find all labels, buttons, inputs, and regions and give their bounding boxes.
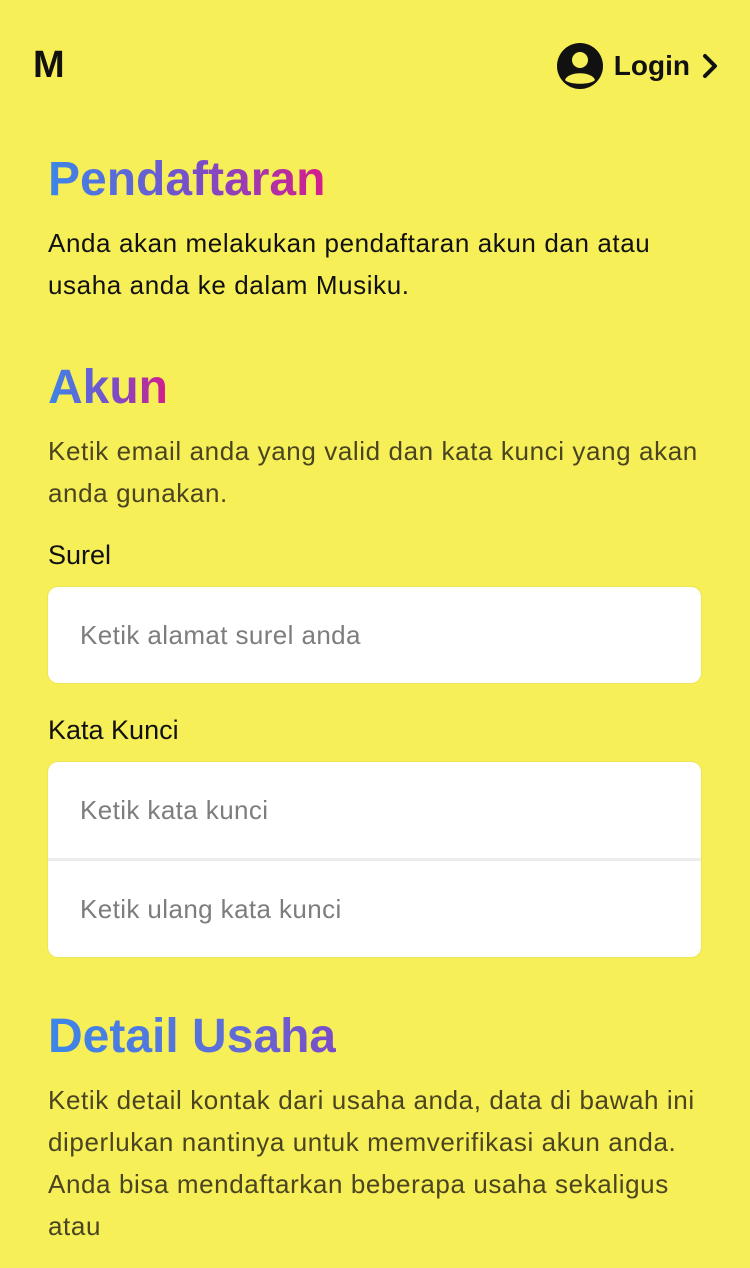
business-section-title: Detail Usaha: [48, 1007, 336, 1067]
business-section-description: Ketik detail kontak dari usaha anda, dat…: [48, 1085, 695, 1241]
account-section-description: Ketik email anda yang valid dan kata kun…: [48, 436, 698, 508]
user-avatar-icon: [556, 43, 603, 89]
app-logo[interactable]: M: [33, 44, 65, 87]
account-section-title: Akun: [48, 358, 168, 418]
login-button[interactable]: Login: [556, 42, 720, 90]
password-input[interactable]: Ketik kata kunci: [48, 762, 701, 858]
intro-text: Anda akan melakukan pendaftaran akun dan…: [48, 228, 651, 300]
page-title: Pendaftaran: [48, 150, 325, 210]
login-label: Login: [613, 50, 690, 81]
password-label: Kata Kunci: [48, 715, 179, 745]
email-label: Surel: [48, 540, 112, 570]
email-input[interactable]: Ketik alamat surel anda: [48, 587, 701, 683]
password-input-group: Ketik kata kunci Ketik ulang kata kunci: [48, 762, 701, 957]
app-header: M Login: [0, 0, 750, 132]
password-confirm-input[interactable]: Ketik ulang kata kunci: [48, 858, 701, 957]
chevron-right-icon: [703, 54, 717, 78]
registration-content: Pendaftaran Anda akan melakukan pendafta…: [48, 150, 703, 1247]
email-input-box: Ketik alamat surel anda: [48, 587, 701, 683]
